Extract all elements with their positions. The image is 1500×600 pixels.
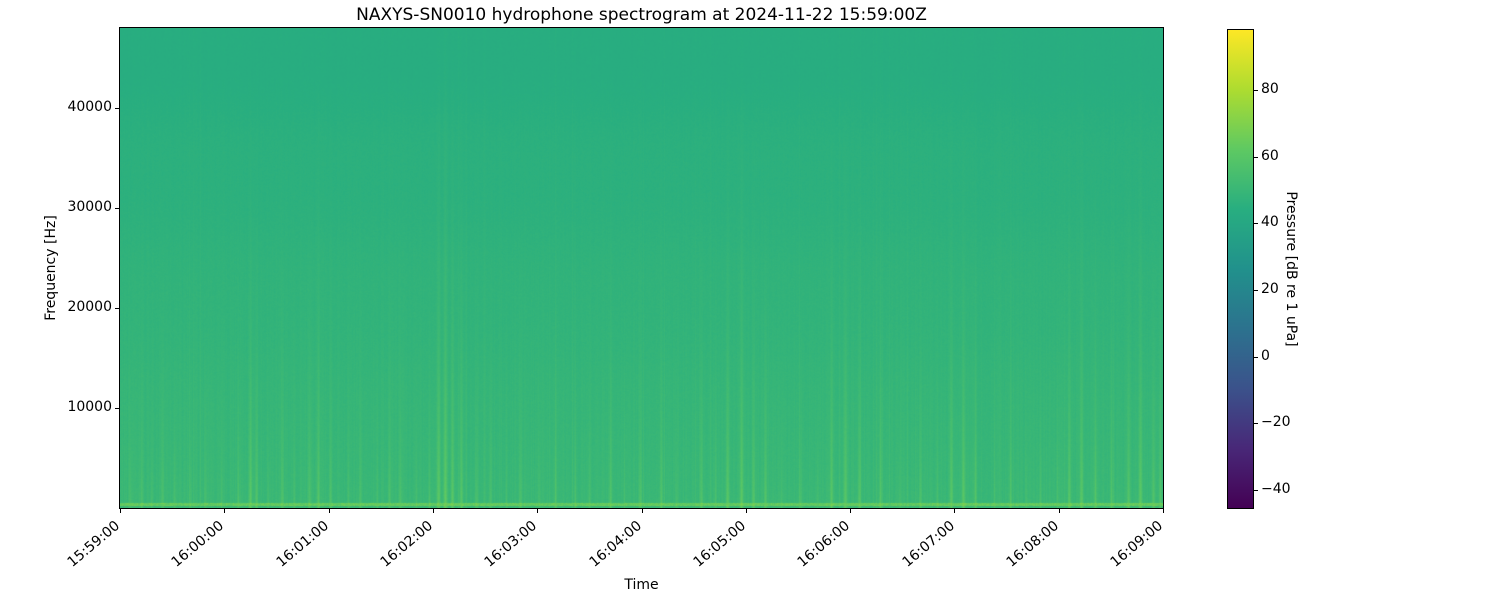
colorbar-gradient xyxy=(1228,30,1253,508)
x-tick-label: 16:06:00 xyxy=(794,517,854,571)
y-tick-mark xyxy=(115,408,119,409)
y-tick-label: 20000 xyxy=(67,299,112,315)
x-tick-label: 16:05:00 xyxy=(690,517,749,571)
spectrogram-canvas xyxy=(120,28,1163,508)
x-tick-mark xyxy=(328,509,330,513)
y-tick-label: 30000 xyxy=(67,199,112,215)
y-tick-mark xyxy=(115,108,119,109)
chart-title: NAXYS-SN0010 hydrophone spectrogram at 2… xyxy=(356,5,927,25)
y-tick-label: 10000 xyxy=(67,399,112,415)
x-tick-label: 16:03:00 xyxy=(481,517,541,571)
x-tick-mark xyxy=(537,509,539,513)
y-tick-mark xyxy=(115,308,119,309)
colorbar-tick-label: −40 xyxy=(1261,481,1291,497)
x-tick-label: 16:09:00 xyxy=(1107,517,1167,571)
x-tick-mark xyxy=(850,509,852,513)
x-tick-label: 15:59:00 xyxy=(64,517,124,571)
x-tick-label: 16:07:00 xyxy=(899,517,958,571)
x-tick-mark xyxy=(1058,509,1060,513)
x-tick-mark xyxy=(745,509,747,513)
x-tick-label: 16:02:00 xyxy=(377,517,437,571)
x-tick-label: 16:04:00 xyxy=(586,517,645,571)
colorbar xyxy=(1227,29,1254,509)
spectrogram-figure: NAXYS-SN0010 hydrophone spectrogram at 2… xyxy=(0,0,1500,600)
x-tick-label: 16:08:00 xyxy=(1003,517,1062,571)
colorbar-tick-label: −20 xyxy=(1261,414,1291,431)
x-tick-label: 16:01:00 xyxy=(273,517,332,571)
colorbar-tick-mark xyxy=(1254,356,1258,358)
x-tick-mark xyxy=(1163,509,1164,513)
x-axis-label: Time xyxy=(624,577,659,593)
x-tick-mark xyxy=(224,509,226,513)
y-tick-label: 40000 xyxy=(67,99,112,115)
x-tick-mark xyxy=(120,509,121,513)
x-tick-mark xyxy=(954,509,956,513)
plot-area xyxy=(119,27,1164,509)
colorbar-tick-mark xyxy=(1254,156,1258,158)
x-tick-mark xyxy=(641,509,643,513)
colorbar-tick-label: 60 xyxy=(1261,147,1279,164)
colorbar-tick-mark xyxy=(1254,223,1258,225)
colorbar-tick-mark xyxy=(1254,290,1258,291)
y-tick-mark xyxy=(115,208,119,209)
x-tick-mark xyxy=(432,509,434,513)
colorbar-tick-label: 80 xyxy=(1261,81,1279,97)
x-tick-label: 16:00:00 xyxy=(168,517,228,571)
colorbar-tick-label: 0 xyxy=(1261,347,1270,364)
colorbar-tick-mark xyxy=(1254,423,1258,425)
colorbar-tick-label: 20 xyxy=(1261,281,1279,297)
colorbar-tick-label: 40 xyxy=(1261,214,1279,231)
colorbar-tick-mark xyxy=(1254,490,1258,491)
colorbar-label: Pressure [dB re 1 uPa] xyxy=(1283,191,1299,347)
colorbar-tick-mark xyxy=(1254,90,1258,91)
